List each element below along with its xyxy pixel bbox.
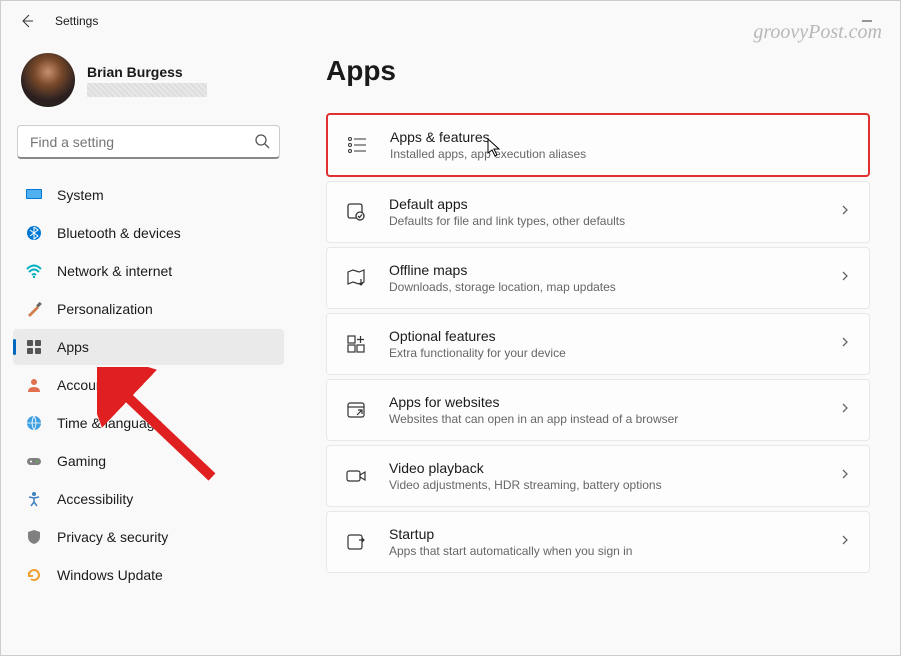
bluetooth-icon: [25, 224, 43, 242]
settings-cards: Apps & features Installed apps, app exec…: [326, 113, 870, 573]
update-icon: [25, 566, 43, 584]
shield-icon: [25, 528, 43, 546]
window-title: Settings: [55, 14, 98, 28]
card-title: Video playback: [389, 460, 817, 476]
card-subtitle: Websites that can open in an app instead…: [389, 412, 817, 426]
chevron-right-icon: [839, 269, 851, 287]
card-apps-features[interactable]: Apps & features Installed apps, app exec…: [326, 113, 870, 177]
sidebar-item-accounts[interactable]: Accounts: [13, 367, 284, 403]
avatar: [21, 53, 75, 107]
search-input[interactable]: [17, 125, 280, 159]
user-profile[interactable]: Brian Burgess: [13, 41, 284, 125]
search-icon: [254, 133, 270, 154]
back-button[interactable]: [11, 5, 43, 37]
search-box: [17, 125, 280, 159]
nav-label: Bluetooth & devices: [57, 225, 181, 241]
gamepad-icon: [25, 452, 43, 470]
apps-icon: [25, 338, 43, 356]
card-video-playback[interactable]: Video playback Video adjustments, HDR st…: [326, 445, 870, 507]
paintbrush-icon: [25, 300, 43, 318]
video-icon: [345, 465, 367, 487]
card-apps-websites[interactable]: Apps for websites Websites that can open…: [326, 379, 870, 441]
nav-label: Privacy & security: [57, 529, 168, 545]
nav-label: Accessibility: [57, 491, 133, 507]
chevron-right-icon: [839, 401, 851, 419]
sidebar-item-windows-update[interactable]: Windows Update: [13, 557, 284, 593]
card-title: Apps for websites: [389, 394, 817, 410]
card-subtitle: Defaults for file and link types, other …: [389, 214, 817, 228]
nav-label: Gaming: [57, 453, 106, 469]
sidebar-item-network[interactable]: Network & internet: [13, 253, 284, 289]
main-content: Apps Apps & features Installed apps, app…: [296, 41, 900, 655]
monitor-icon: [25, 186, 43, 204]
chevron-right-icon: [839, 467, 851, 485]
arrow-left-icon: [19, 13, 35, 29]
card-title: Apps & features: [390, 129, 850, 145]
sidebar-item-apps[interactable]: Apps: [13, 329, 284, 365]
card-startup[interactable]: Startup Apps that start automatically wh…: [326, 511, 870, 573]
user-name: Brian Burgess: [87, 64, 207, 80]
card-offline-maps[interactable]: Offline maps Downloads, storage location…: [326, 247, 870, 309]
card-title: Optional features: [389, 328, 817, 344]
window-link-icon: [345, 399, 367, 421]
card-default-apps[interactable]: Default apps Defaults for file and link …: [326, 181, 870, 243]
nav-label: System: [57, 187, 104, 203]
default-apps-icon: [345, 201, 367, 223]
sidebar-item-personalization[interactable]: Personalization: [13, 291, 284, 327]
card-optional-features[interactable]: Optional features Extra functionality fo…: [326, 313, 870, 375]
nav-list: System Bluetooth & devices Network & int…: [13, 177, 284, 593]
sidebar-item-bluetooth[interactable]: Bluetooth & devices: [13, 215, 284, 251]
person-icon: [25, 376, 43, 394]
nav-label: Personalization: [57, 301, 153, 317]
nav-label: Windows Update: [57, 567, 163, 583]
sidebar-item-gaming[interactable]: Gaming: [13, 443, 284, 479]
card-subtitle: Apps that start automatically when you s…: [389, 544, 817, 558]
startup-icon: [345, 531, 367, 553]
nav-label: Network & internet: [57, 263, 172, 279]
wifi-icon: [25, 262, 43, 280]
card-subtitle: Installed apps, app execution aliases: [390, 147, 850, 161]
card-subtitle: Downloads, storage location, map updates: [389, 280, 817, 294]
card-subtitle: Video adjustments, HDR streaming, batter…: [389, 478, 817, 492]
sidebar: Brian Burgess System Bluetooth & devices…: [1, 41, 296, 655]
sidebar-item-time-language[interactable]: Time & language: [13, 405, 284, 441]
card-title: Default apps: [389, 196, 817, 212]
map-download-icon: [345, 267, 367, 289]
page-title: Apps: [326, 55, 870, 87]
user-email-redacted: [87, 83, 207, 97]
card-title: Startup: [389, 526, 817, 542]
sidebar-item-privacy[interactable]: Privacy & security: [13, 519, 284, 555]
accessibility-icon: [25, 490, 43, 508]
list-icon: [346, 134, 368, 156]
watermark: groovyPost.com: [753, 21, 882, 44]
card-subtitle: Extra functionality for your device: [389, 346, 817, 360]
nav-label: Apps: [57, 339, 89, 355]
globe-clock-icon: [25, 414, 43, 432]
sidebar-item-system[interactable]: System: [13, 177, 284, 213]
nav-label: Time & language: [57, 415, 162, 431]
grid-plus-icon: [345, 333, 367, 355]
chevron-right-icon: [839, 533, 851, 551]
chevron-right-icon: [839, 203, 851, 221]
chevron-right-icon: [839, 335, 851, 353]
sidebar-item-accessibility[interactable]: Accessibility: [13, 481, 284, 517]
card-title: Offline maps: [389, 262, 817, 278]
nav-label: Accounts: [57, 377, 115, 393]
